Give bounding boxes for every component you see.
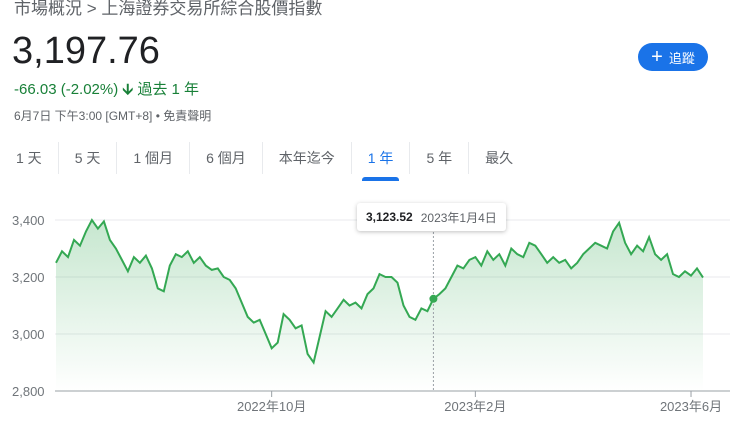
tooltip-value: 3,123.52 <box>366 210 413 224</box>
area-fill <box>56 220 703 391</box>
x-tick-label: 2023年6月 <box>660 399 722 414</box>
hover-point <box>429 294 438 303</box>
y-tick-label: 3,400 <box>12 213 45 228</box>
tooltip-date: 2023年1月4日 <box>420 210 497 225</box>
y-tick-label: 3,200 <box>12 270 45 285</box>
x-tick-label: 2023年2月 <box>444 399 506 414</box>
x-tick-label: 2022年10月 <box>237 399 306 414</box>
y-tick-label: 3,000 <box>12 327 45 342</box>
y-tick-label: 2,800 <box>12 384 45 399</box>
hover-tooltip: 3,123.52 2023年1月4日 <box>357 203 506 231</box>
